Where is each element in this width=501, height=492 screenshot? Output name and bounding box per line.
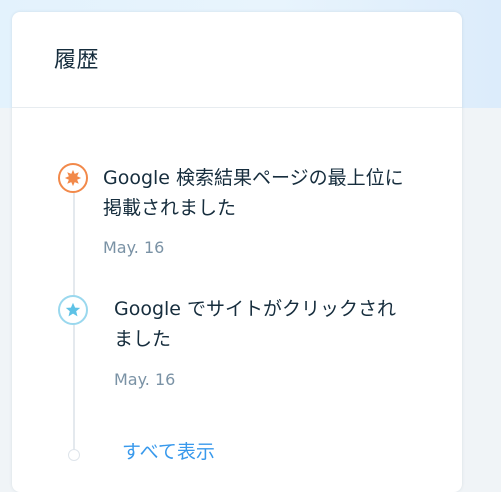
burst-icon — [58, 163, 88, 193]
event-text-line: ました — [114, 328, 172, 350]
card-header: 履歴 — [12, 12, 462, 108]
event-date: May. 16 — [114, 370, 176, 389]
star-icon — [58, 295, 88, 325]
show-all-link[interactable]: すべて表示 — [122, 437, 215, 464]
event-text: Google でサイトがクリックされ ました — [114, 294, 396, 354]
event-text: Google 検索結果ページの最上位に 掲載されました — [103, 163, 404, 223]
event-date: May. 16 — [103, 238, 165, 257]
card-title: 履歴 — [54, 48, 100, 73]
timeline-end-dot — [68, 449, 80, 461]
event-text-line: Google でサイトがクリックされ — [114, 298, 397, 320]
event-text-line: Google 検索結果ページの最上位に — [103, 167, 404, 189]
event-text-line: 掲載されました — [103, 197, 237, 219]
history-card: 履歴 — [12, 12, 462, 492]
